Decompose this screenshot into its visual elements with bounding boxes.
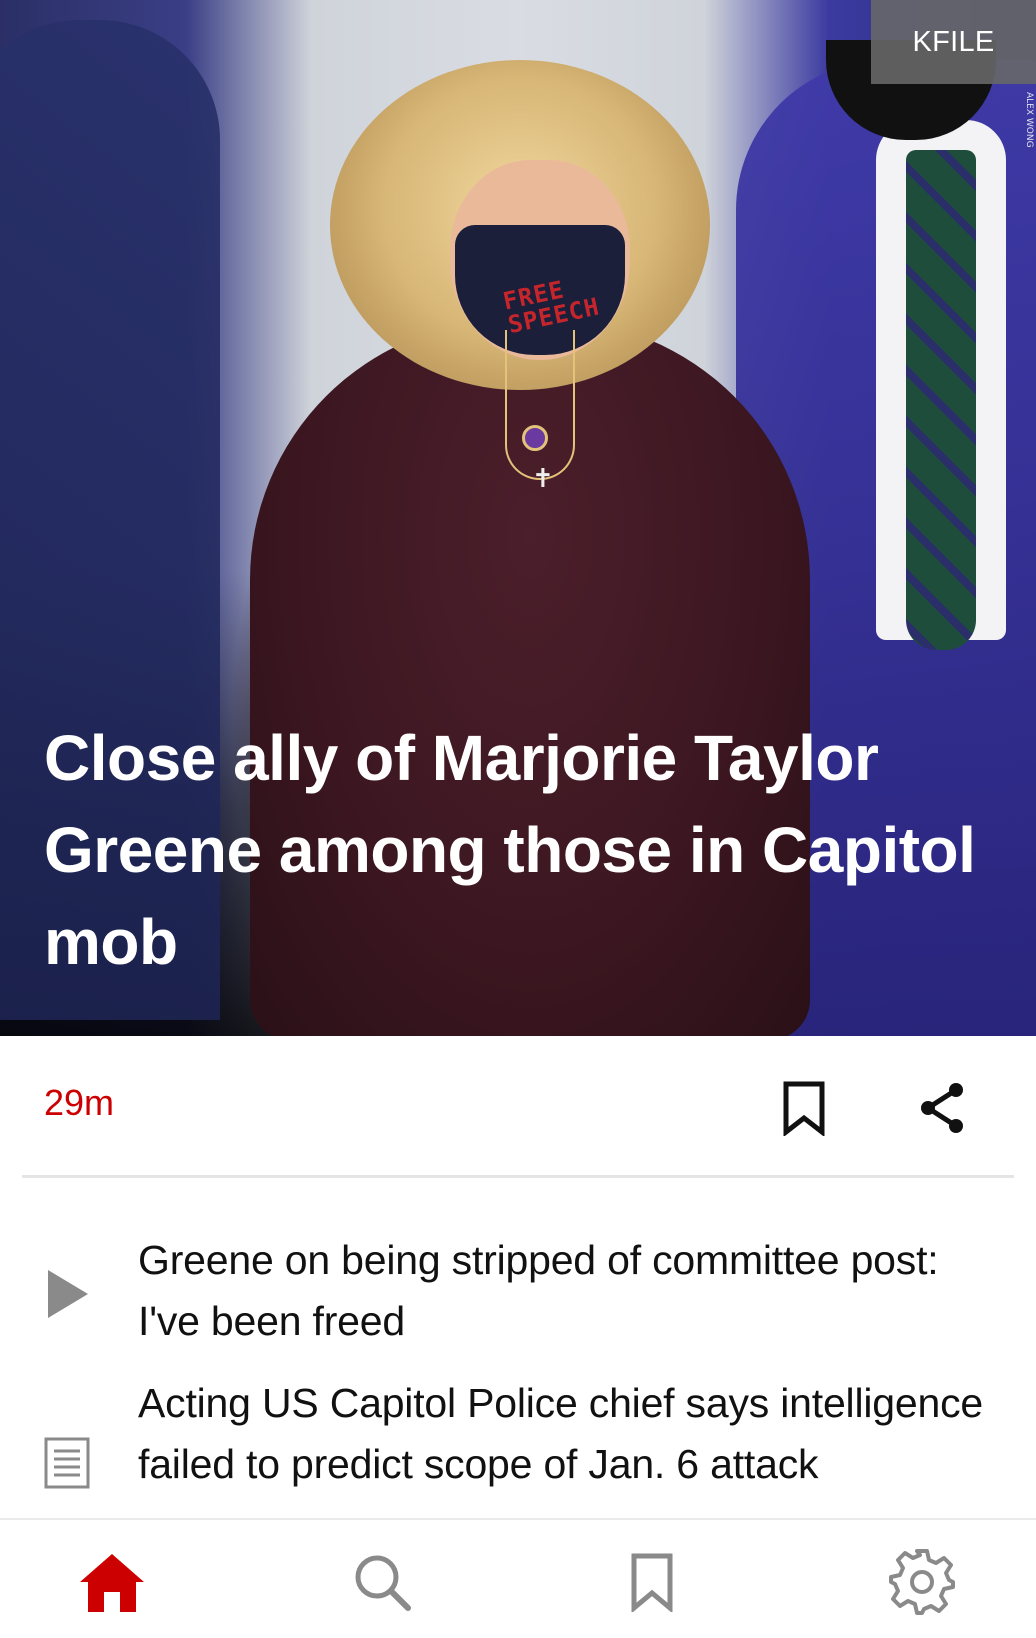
divider: [22, 1175, 1014, 1178]
bookmark-icon: [631, 1553, 673, 1612]
article-meta-row: 29m: [0, 1036, 1036, 1176]
hero-photo-pendant: [522, 425, 548, 451]
nav-settings-button[interactable]: [882, 1542, 962, 1622]
nav-home-button[interactable]: [72, 1542, 152, 1622]
nav-saved-button[interactable]: [612, 1542, 692, 1622]
home-icon: [80, 1554, 144, 1612]
related-item-title: Acting US Capitol Police chief says inte…: [138, 1380, 983, 1487]
nav-search-button[interactable]: [342, 1542, 422, 1622]
bookmark-icon: [783, 1081, 825, 1138]
search-icon: [355, 1555, 411, 1611]
source-badge: KFILE: [871, 0, 1036, 84]
hero-photo-tie: [906, 150, 976, 650]
related-item-video[interactable]: Greene on being stripped of committee po…: [0, 1230, 1036, 1360]
bottom-navigation: [0, 1518, 1036, 1638]
hero-photo-cross: ✝: [532, 463, 554, 493]
play-icon: [44, 1266, 92, 1327]
related-item-title: Greene on being stripped of committee po…: [138, 1237, 939, 1344]
hero-article[interactable]: FREE SPEECH ✝ KFILE ALEX WONG Close ally…: [0, 0, 1036, 1036]
photo-credit: ALEX WONG: [1024, 92, 1034, 148]
share-icon: [921, 1083, 963, 1133]
headline[interactable]: Close ally of Marjorie Taylor Greene amo…: [44, 712, 1004, 988]
gear-icon: [889, 1549, 955, 1615]
timestamp: 29m: [44, 1082, 115, 1123]
bookmark-button[interactable]: [780, 1080, 828, 1138]
article-icon: [44, 1437, 90, 1494]
hero-photo-necklace: [505, 330, 575, 480]
related-item-article[interactable]: Acting US Capitol Police chief says inte…: [0, 1373, 1036, 1523]
share-button[interactable]: [918, 1080, 966, 1136]
